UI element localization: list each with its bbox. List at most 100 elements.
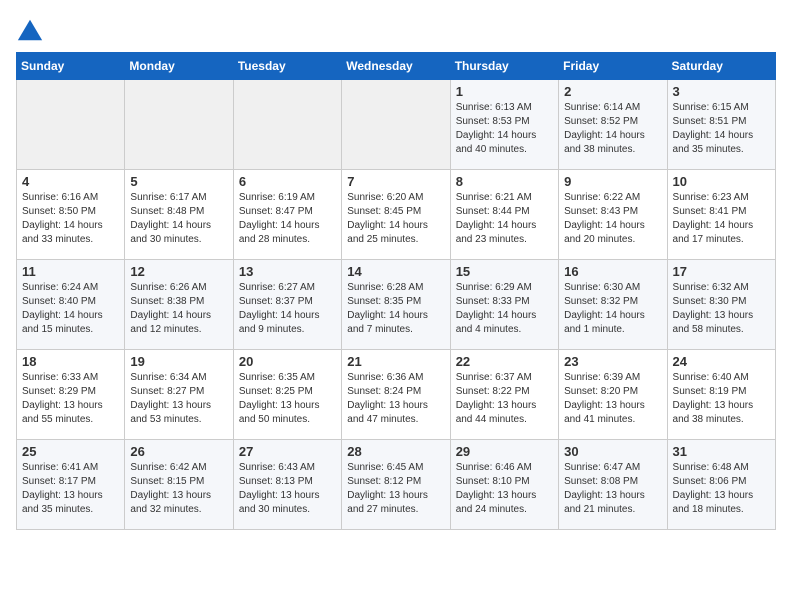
day-info: Sunrise: 6:48 AM Sunset: 8:06 PM Dayligh… [673,461,770,517]
calendar-cell: 22 Sunrise: 6:37 AM Sunset: 8:22 PM Dayli… [450,350,558,440]
day-info: Sunrise: 6:29 AM Sunset: 8:33 PM Dayligh… [456,281,553,337]
weekday-header-saturday: Saturday [667,53,775,80]
calendar-week-3: 11Sunrise: 6:24 AM Sunset: 8:40 PM Dayli… [17,260,776,350]
calendar-cell: 10Sunrise: 6:23 AM Sunset: 8:41 PM Dayli… [667,170,775,260]
day-number: 23 [564,354,661,369]
calendar-cell: 17 Sunrise: 6:32 AM Sunset: 8:30 PM Dayli… [667,260,775,350]
weekday-header-row: SundayMondayTuesdayWednesdayThursdayFrid… [17,53,776,80]
weekday-header-wednesday: Wednesday [342,53,450,80]
day-info: Sunrise: 6:46 AM Sunset: 8:10 PM Dayligh… [456,461,553,517]
weekday-header-tuesday: Tuesday [233,53,341,80]
day-number: 2 [564,84,661,99]
day-info: Sunrise: 6:32 AM Sunset: 8:30 PM Dayligh… [673,281,770,337]
day-number: 28 [347,444,444,459]
calendar-cell: 13 Sunrise: 6:27 AM Sunset: 8:37 PM Dayli… [233,260,341,350]
day-info: Sunrise: 6:34 AM Sunset: 8:27 PM Dayligh… [130,371,227,427]
day-number: 15 [456,264,553,279]
calendar-cell: 19 Sunrise: 6:34 AM Sunset: 8:27 PM Dayli… [125,350,233,440]
day-number: 20 [239,354,336,369]
calendar-cell: 5 Sunrise: 6:17 AM Sunset: 8:48 PM Daylig… [125,170,233,260]
calendar-cell: 18 Sunrise: 6:33 AM Sunset: 8:29 PM Dayli… [17,350,125,440]
day-info: Sunrise: 6:14 AM Sunset: 8:52 PM Dayligh… [564,101,661,157]
day-info: Sunrise: 6:42 AM Sunset: 8:15 PM Dayligh… [130,461,227,517]
day-info: Sunrise: 6:47 AM Sunset: 8:08 PM Dayligh… [564,461,661,517]
day-number: 6 [239,174,336,189]
calendar-cell: 1Sunrise: 6:13 AM Sunset: 8:53 PM Daylig… [450,80,558,170]
day-info: Sunrise: 6:27 AM Sunset: 8:37 PM Dayligh… [239,281,336,337]
day-number: 1 [456,84,553,99]
day-info: Sunrise: 6:33 AM Sunset: 8:29 PM Dayligh… [22,371,119,427]
day-number: 30 [564,444,661,459]
calendar-cell: 4 Sunrise: 6:16 AM Sunset: 8:50 PM Daylig… [17,170,125,260]
weekday-header-thursday: Thursday [450,53,558,80]
day-info: Sunrise: 6:15 AM Sunset: 8:51 PM Dayligh… [673,101,770,157]
day-number: 14 [347,264,444,279]
calendar-week-5: 25 Sunrise: 6:41 AM Sunset: 8:17 PM Dayli… [17,440,776,530]
day-info: Sunrise: 6:28 AM Sunset: 8:35 PM Dayligh… [347,281,444,337]
calendar-cell: 25 Sunrise: 6:41 AM Sunset: 8:17 PM Dayli… [17,440,125,530]
calendar-cell: 28 Sunrise: 6:45 AM Sunset: 8:12 PM Dayli… [342,440,450,530]
logo-icon [16,16,44,44]
day-info: Sunrise: 6:20 AM Sunset: 8:45 PM Dayligh… [347,191,444,247]
calendar-cell: 2 Sunrise: 6:14 AM Sunset: 8:52 PM Daylig… [559,80,667,170]
day-number: 21 [347,354,444,369]
calendar-cell: 7 Sunrise: 6:20 AM Sunset: 8:45 PM Daylig… [342,170,450,260]
weekday-header-monday: Monday [125,53,233,80]
calendar-cell [17,80,125,170]
day-info: Sunrise: 6:19 AM Sunset: 8:47 PM Dayligh… [239,191,336,247]
day-number: 3 [673,84,770,99]
day-number: 13 [239,264,336,279]
calendar-cell [233,80,341,170]
calendar-cell: 3 Sunrise: 6:15 AM Sunset: 8:51 PM Daylig… [667,80,775,170]
day-number: 16 [564,264,661,279]
calendar-week-1: 1Sunrise: 6:13 AM Sunset: 8:53 PM Daylig… [17,80,776,170]
calendar-cell: 24Sunrise: 6:40 AM Sunset: 8:19 PM Dayli… [667,350,775,440]
day-info: Sunrise: 6:41 AM Sunset: 8:17 PM Dayligh… [22,461,119,517]
calendar-cell [342,80,450,170]
calendar-cell: 15 Sunrise: 6:29 AM Sunset: 8:33 PM Dayli… [450,260,558,350]
calendar-cell: 30 Sunrise: 6:47 AM Sunset: 8:08 PM Dayli… [559,440,667,530]
day-number: 29 [456,444,553,459]
day-number: 8 [456,174,553,189]
day-number: 22 [456,354,553,369]
weekday-header-sunday: Sunday [17,53,125,80]
calendar-cell: 21 Sunrise: 6:36 AM Sunset: 8:24 PM Dayli… [342,350,450,440]
calendar-cell: 11Sunrise: 6:24 AM Sunset: 8:40 PM Dayli… [17,260,125,350]
day-info: Sunrise: 6:37 AM Sunset: 8:22 PM Dayligh… [456,371,553,427]
day-info: Sunrise: 6:21 AM Sunset: 8:44 PM Dayligh… [456,191,553,247]
day-info: Sunrise: 6:17 AM Sunset: 8:48 PM Dayligh… [130,191,227,247]
day-number: 4 [22,174,119,189]
day-info: Sunrise: 6:30 AM Sunset: 8:32 PM Dayligh… [564,281,661,337]
day-info: Sunrise: 6:24 AM Sunset: 8:40 PM Dayligh… [22,281,119,337]
calendar-cell: 16 Sunrise: 6:30 AM Sunset: 8:32 PM Dayli… [559,260,667,350]
day-number: 25 [22,444,119,459]
day-info: Sunrise: 6:35 AM Sunset: 8:25 PM Dayligh… [239,371,336,427]
day-info: Sunrise: 6:45 AM Sunset: 8:12 PM Dayligh… [347,461,444,517]
day-number: 17 [673,264,770,279]
day-number: 24 [673,354,770,369]
calendar-cell: 27Sunrise: 6:43 AM Sunset: 8:13 PM Dayli… [233,440,341,530]
day-info: Sunrise: 6:43 AM Sunset: 8:13 PM Dayligh… [239,461,336,517]
day-number: 5 [130,174,227,189]
day-number: 10 [673,174,770,189]
header [16,16,776,44]
calendar-cell: 8 Sunrise: 6:21 AM Sunset: 8:44 PM Daylig… [450,170,558,260]
calendar-week-4: 18 Sunrise: 6:33 AM Sunset: 8:29 PM Dayli… [17,350,776,440]
day-info: Sunrise: 6:26 AM Sunset: 8:38 PM Dayligh… [130,281,227,337]
calendar-cell: 20 Sunrise: 6:35 AM Sunset: 8:25 PM Dayli… [233,350,341,440]
calendar-cell: 23Sunrise: 6:39 AM Sunset: 8:20 PM Dayli… [559,350,667,440]
day-number: 7 [347,174,444,189]
weekday-header-friday: Friday [559,53,667,80]
day-number: 18 [22,354,119,369]
calendar-table: SundayMondayTuesdayWednesdayThursdayFrid… [16,52,776,530]
logo [16,16,48,44]
calendar-cell: 29 Sunrise: 6:46 AM Sunset: 8:10 PM Dayli… [450,440,558,530]
calendar-cell: 12Sunrise: 6:26 AM Sunset: 8:38 PM Dayli… [125,260,233,350]
calendar-cell: 9Sunrise: 6:22 AM Sunset: 8:43 PM Daylig… [559,170,667,260]
calendar-week-2: 4 Sunrise: 6:16 AM Sunset: 8:50 PM Daylig… [17,170,776,260]
day-info: Sunrise: 6:36 AM Sunset: 8:24 PM Dayligh… [347,371,444,427]
day-info: Sunrise: 6:16 AM Sunset: 8:50 PM Dayligh… [22,191,119,247]
day-number: 9 [564,174,661,189]
day-number: 19 [130,354,227,369]
calendar-cell: 31Sunrise: 6:48 AM Sunset: 8:06 PM Dayli… [667,440,775,530]
